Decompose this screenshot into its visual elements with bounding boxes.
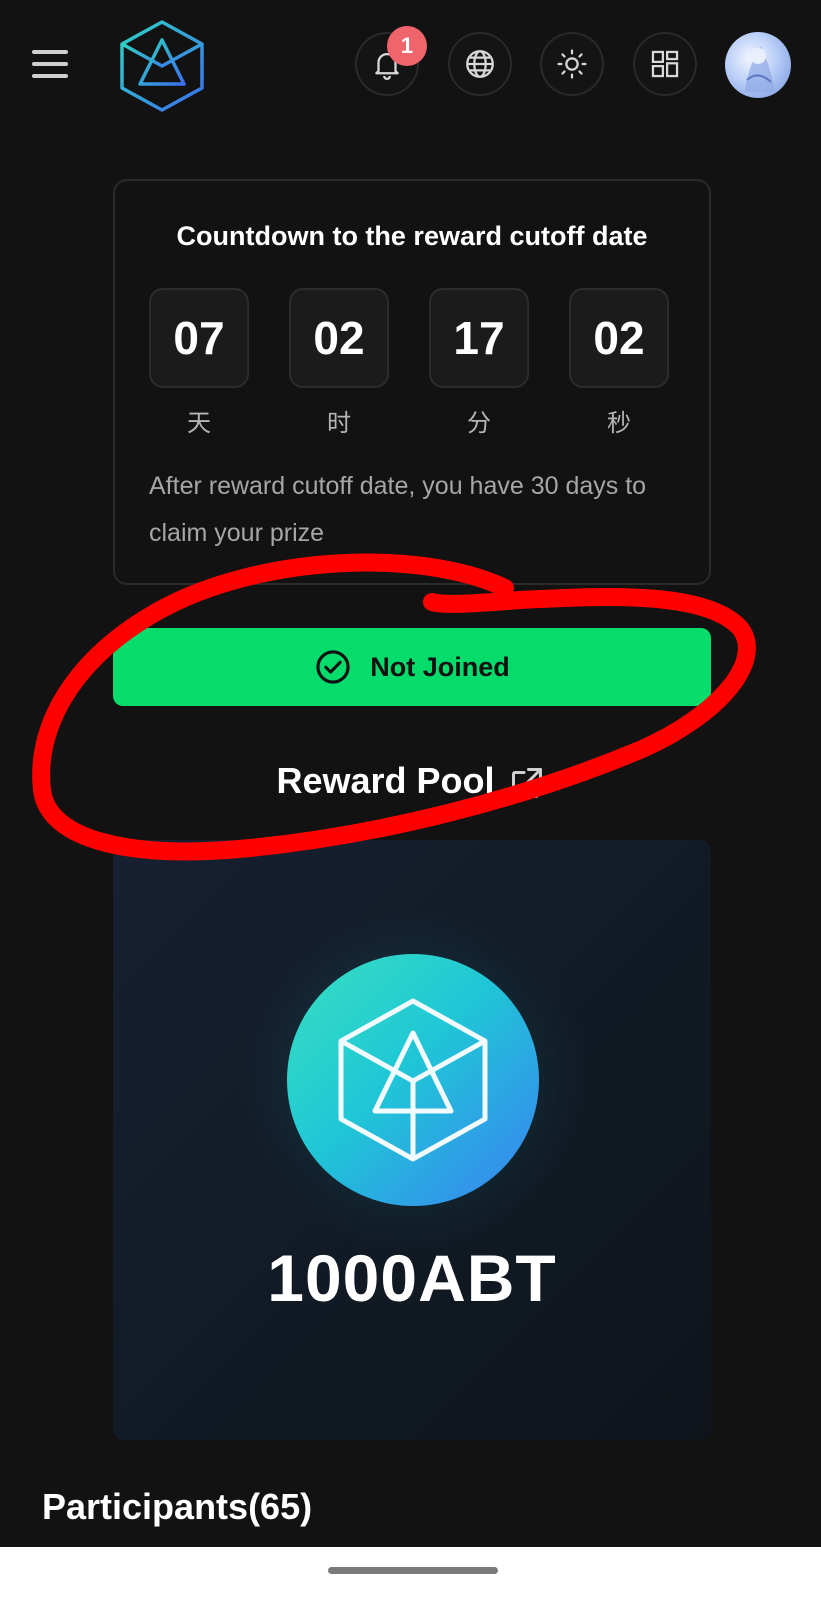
- avatar[interactable]: [725, 32, 791, 98]
- countdown-card: Countdown to the reward cutoff date 07 0…: [113, 179, 711, 585]
- grid-icon: [651, 50, 679, 78]
- reward-pool-heading: Reward Pool: [0, 760, 821, 802]
- token-coin-icon: [287, 954, 539, 1206]
- sun-icon: [557, 49, 587, 79]
- countdown-days-label: 天: [187, 409, 211, 437]
- join-status-label: Not Joined: [370, 651, 510, 682]
- app-logo-icon[interactable]: [118, 18, 206, 114]
- reward-pool-card: 1000ABT: [113, 840, 711, 1440]
- countdown-title: Countdown to the reward cutoff date: [176, 221, 648, 251]
- notification-badge: 1: [387, 26, 427, 66]
- countdown-seconds-label: 秒: [607, 409, 631, 437]
- countdown-days-value: 07: [149, 288, 249, 388]
- theme-toggle-button[interactable]: [540, 32, 604, 96]
- home-indicator[interactable]: [328, 1567, 498, 1574]
- countdown-hours-label: 时: [327, 409, 351, 437]
- countdown-hours-value: 02: [289, 288, 389, 388]
- countdown-seconds-value: 02: [569, 288, 669, 388]
- apps-button[interactable]: [633, 32, 697, 96]
- reward-event-page: 1 Countdown to the reward cutoff date 07…: [0, 0, 821, 1600]
- join-status-button[interactable]: Not Joined: [113, 628, 711, 706]
- menu-icon[interactable]: [28, 44, 72, 84]
- reward-pool-amount: 1000ABT: [267, 1241, 557, 1315]
- countdown-note: After reward cutoff date, you have 30 da…: [149, 472, 647, 547]
- countdown-minutes-label: 分: [467, 409, 491, 437]
- participants-heading: Participants(65): [42, 1486, 313, 1527]
- check-circle-icon: [316, 650, 350, 684]
- countdown-minutes-value: 17: [429, 288, 529, 388]
- reward-pool-title: Reward Pool: [276, 760, 495, 801]
- globe-icon: [466, 50, 494, 78]
- external-link-icon[interactable]: [509, 765, 545, 801]
- language-button[interactable]: [448, 32, 512, 96]
